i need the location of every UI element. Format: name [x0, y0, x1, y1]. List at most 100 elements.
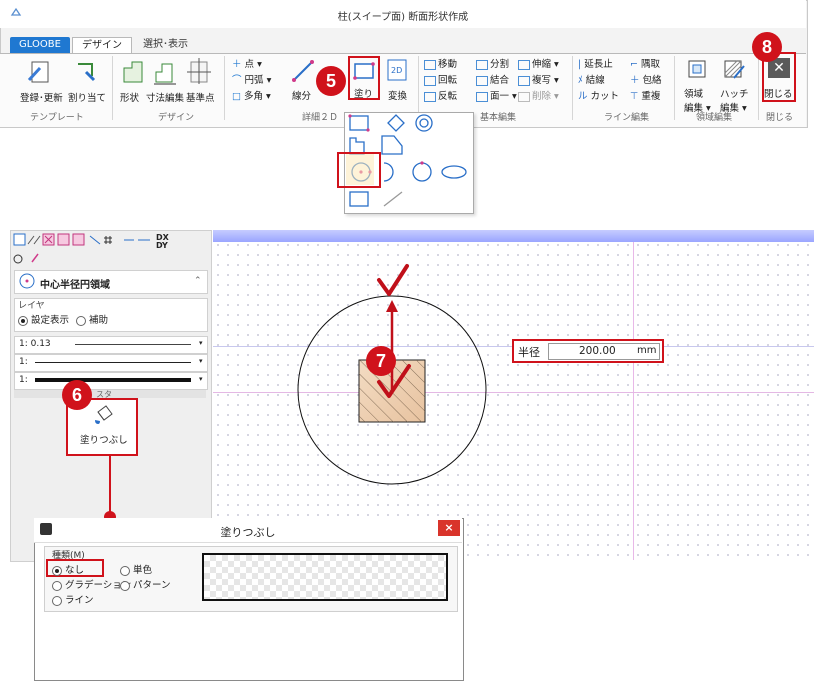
- dialog-title: 塗りつぶし: [220, 526, 276, 539]
- wrap-icon: ＋: [630, 75, 640, 86]
- split-button[interactable]: 分割: [476, 58, 509, 71]
- corner-label: 隅取: [641, 59, 661, 70]
- group-separator: [224, 56, 225, 120]
- region-edit-icon: [688, 60, 706, 78]
- paint-bucket-icon: [95, 405, 113, 424]
- radio-icon: [120, 565, 130, 576]
- radio-icon: [52, 565, 62, 576]
- tab-select-display[interactable]: 選択･表示: [134, 37, 197, 53]
- group-separator: [418, 56, 419, 120]
- group-separator: [112, 56, 113, 120]
- rotate-icon: [424, 75, 436, 86]
- shape-button[interactable]: 形状: [120, 90, 139, 104]
- fill-tool-button[interactable]: 塗り: [354, 86, 373, 100]
- group-label-template: テンプレート: [30, 113, 84, 123]
- copy-button[interactable]: 複写 ▾: [518, 74, 559, 87]
- arc-label: 円弧: [244, 75, 264, 86]
- fill-type-line[interactable]: ライン: [52, 592, 94, 606]
- layer-option-settings-label: 設定表示: [31, 315, 70, 326]
- register-update-button[interactable]: 登録･更新: [20, 90, 63, 104]
- center-radius-circle-icon: [19, 273, 35, 289]
- overlap-button[interactable]: ⊤ 重複: [630, 90, 660, 103]
- register-update-icon: [27, 61, 49, 83]
- line-width-preview: [75, 344, 191, 345]
- extend-label: 延長止: [584, 59, 613, 70]
- selected-option-highlight: [337, 152, 381, 188]
- arc-menu[interactable]: ⌒ 円弧 ▾: [232, 74, 271, 87]
- dx-dy-button[interactable]: DX DY: [156, 234, 169, 250]
- dropdown-arrow-icon: ▾: [199, 375, 203, 383]
- radius-input[interactable]: 200.00 mm: [548, 343, 660, 360]
- extend-button[interactable]: | 延長止: [578, 58, 613, 71]
- fill-type-none-label: なし: [65, 565, 85, 576]
- group-separator: [572, 56, 573, 120]
- tab-design[interactable]: デザイン: [72, 37, 132, 54]
- title-bar: 柱(スイープ面) 断面形状作成: [0, 0, 806, 28]
- knot-button[interactable]: ﾒ 結線: [578, 74, 605, 87]
- radio-icon: [52, 595, 62, 606]
- radius-unit: mm: [637, 345, 657, 356]
- group-label-design: デザイン: [158, 113, 195, 123]
- move-label: 移動: [438, 59, 458, 70]
- fill-type-single[interactable]: 単色: [120, 562, 152, 576]
- base-point-button[interactable]: 基準点: [186, 90, 215, 104]
- dimension-edit-icon: [154, 63, 176, 85]
- window-title: 柱(スイープ面) 断面形状作成: [337, 12, 469, 23]
- group-label-line-edit: ライン編集: [604, 113, 650, 123]
- collapse-chevron-icon[interactable]: ⌃: [194, 276, 202, 286]
- line-width-select[interactable]: 1: 0.13 ▾: [14, 336, 208, 354]
- fill-type-single-label: 単色: [133, 565, 153, 576]
- join-label: 結合: [490, 75, 510, 86]
- face-align-button[interactable]: 面一 ▾: [476, 90, 517, 103]
- layer-option-aux[interactable]: 補助: [76, 312, 108, 326]
- stretch-label: 伸縮: [532, 59, 552, 70]
- move-button[interactable]: 移動: [424, 58, 457, 71]
- stretch-icon: [518, 59, 530, 70]
- wrap-button[interactable]: ＋ 包絡: [630, 74, 662, 87]
- flip-icon: [424, 91, 436, 102]
- line-color-select[interactable]: 1: ▾: [14, 372, 208, 390]
- overlap-label: 重複: [641, 91, 661, 102]
- rotate-button[interactable]: 回転: [424, 74, 457, 87]
- line-type-select[interactable]: 1: ▾: [14, 354, 208, 372]
- dropdown-arrow-icon: ▾: [199, 357, 203, 365]
- segment-button[interactable]: 線分: [292, 88, 311, 102]
- line-width-value: 1: 0.13: [19, 339, 51, 349]
- radio-icon: [76, 315, 86, 326]
- corner-button[interactable]: ⌐ 隅取: [630, 58, 660, 71]
- face-align-label: 面一: [490, 91, 510, 102]
- group-label-basic-edit: 基本編集: [480, 113, 517, 123]
- dialog-close-button[interactable]: ×: [438, 520, 460, 536]
- assign-button[interactable]: 割り当て: [68, 90, 106, 104]
- polygon-icon: □: [232, 91, 241, 102]
- convert-button[interactable]: 変換: [388, 88, 407, 102]
- dimension-edit-button[interactable]: 寸法編集: [146, 90, 184, 104]
- checkmark-icon: [377, 264, 409, 296]
- shape-icon: [123, 61, 143, 83]
- copy-label: 複写: [532, 75, 552, 86]
- close-button[interactable]: 閉じる: [764, 86, 793, 100]
- base-point-icon: [187, 58, 211, 84]
- radio-icon: [52, 580, 62, 591]
- layer-option-aux-label: 補助: [89, 315, 109, 326]
- stretch-button[interactable]: 伸縮 ▾: [518, 58, 559, 71]
- mode-title: 中心半径円領域: [40, 280, 110, 291]
- polygon-label: 多角: [244, 91, 264, 102]
- cut-button[interactable]: ル カット: [578, 90, 619, 103]
- layer-option-settings[interactable]: 設定表示: [18, 312, 69, 326]
- line-type-preview: [35, 362, 191, 363]
- group-label-close: 閉じる: [766, 113, 794, 123]
- convert-icon: 2D: [387, 59, 407, 81]
- svg-text:2D: 2D: [391, 66, 402, 75]
- polygon-menu[interactable]: □ 多角 ▾: [232, 90, 271, 103]
- join-button[interactable]: 結合: [476, 74, 509, 87]
- flip-label: 反転: [438, 91, 458, 102]
- tab-gloobe[interactable]: GLOOBE: [10, 37, 70, 53]
- rotate-label: 回転: [438, 75, 458, 86]
- point-menu[interactable]: ＋ 点 ▾: [232, 58, 262, 71]
- fill-tool-icon: [353, 62, 375, 80]
- fill-type-none[interactable]: なし: [52, 562, 84, 576]
- delete-button[interactable]: 削除 ▾: [518, 90, 559, 103]
- fill-type-pattern[interactable]: パターン: [120, 577, 171, 591]
- flip-button[interactable]: 反転: [424, 90, 457, 103]
